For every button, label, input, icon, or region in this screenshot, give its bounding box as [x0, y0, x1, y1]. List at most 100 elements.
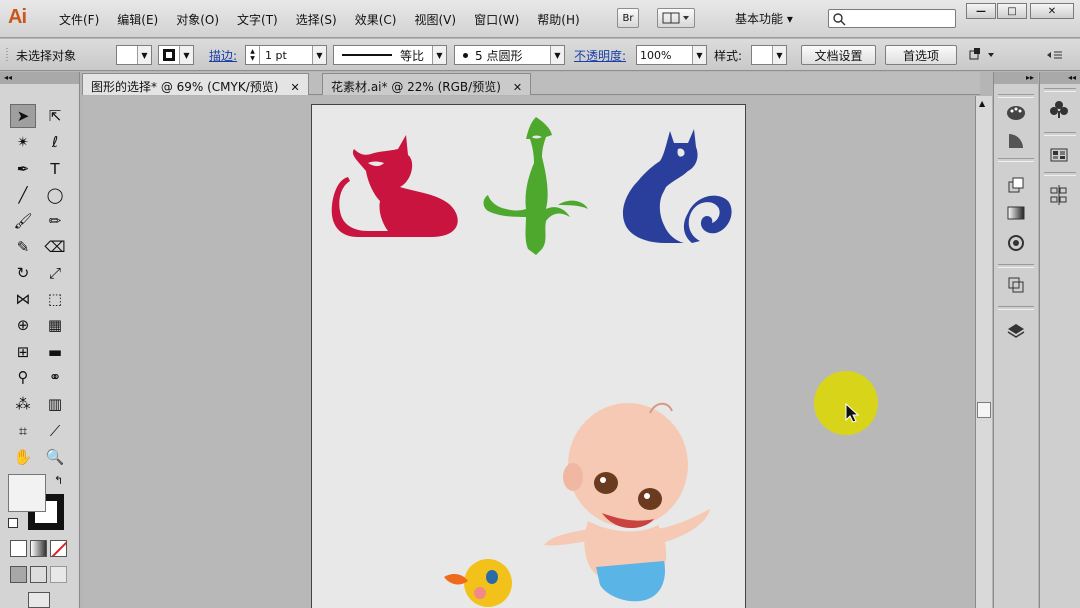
- artboard[interactable]: [311, 104, 746, 608]
- selection-tool[interactable]: ➤: [10, 104, 36, 128]
- blob-brush-tool[interactable]: ✎: [10, 235, 36, 259]
- zoom-tool[interactable]: 🔍: [42, 445, 68, 469]
- stepper-icon[interactable]: ▲ ▼: [246, 46, 260, 64]
- mesh-tool[interactable]: ⊞: [10, 340, 36, 364]
- chevron-down-icon: ▼: [137, 46, 151, 64]
- opacity-label[interactable]: 不透明度:: [574, 45, 626, 65]
- width-tool[interactable]: ⋈: [10, 287, 36, 311]
- artboard-tool[interactable]: ⌗: [10, 419, 36, 443]
- menu-select[interactable]: 选择(S): [287, 11, 346, 28]
- shape-builder-icon: ⊕: [16, 316, 30, 334]
- document-setup-button[interactable]: 文档设置: [801, 45, 876, 65]
- search-input[interactable]: [828, 9, 956, 28]
- swatches-panel-button[interactable]: [1046, 144, 1072, 166]
- blob-brush-icon: ✎: [16, 238, 30, 256]
- draw-behind-button[interactable]: [30, 566, 47, 583]
- none-button[interactable]: [50, 540, 67, 557]
- tab-document-1[interactable]: 图形的选择* @ 69% (CMYK/预览) ✕: [82, 73, 309, 95]
- transparency-panel-button[interactable]: [1003, 232, 1029, 254]
- baby-ear: [563, 463, 583, 491]
- preferences-button[interactable]: 首选项: [885, 45, 957, 65]
- layers-panel-button[interactable]: [1003, 320, 1029, 342]
- opacity-field[interactable]: 100% ▼: [636, 45, 707, 65]
- scale-tool[interactable]: ⤢: [42, 261, 68, 285]
- pen-tool[interactable]: ✒: [10, 157, 36, 181]
- fill-color-swatch[interactable]: [8, 474, 46, 512]
- magic-wand-tool[interactable]: ✴: [10, 130, 36, 154]
- scrollbar-thumb[interactable]: [977, 402, 991, 418]
- gradient-panel-button[interactable]: [1003, 202, 1029, 224]
- pencil-tool[interactable]: ✏: [42, 209, 68, 233]
- blue-cat-illustration: [622, 129, 732, 243]
- gradient-button[interactable]: [30, 540, 47, 557]
- lasso-tool[interactable]: ℓ: [42, 130, 68, 154]
- menu-object[interactable]: 对象(O): [167, 11, 228, 28]
- swap-fill-stroke-icon[interactable]: ↰: [54, 474, 63, 487]
- column-graph-tool[interactable]: ▥: [42, 392, 68, 416]
- perspective-grid-tool[interactable]: ▦: [42, 313, 68, 337]
- control-bar-menu-button[interactable]: [1045, 45, 1065, 65]
- rotate-tool[interactable]: ↻: [10, 261, 36, 285]
- workspace-switcher[interactable]: 基本功能 ▾: [735, 10, 793, 27]
- maximize-button[interactable]: □: [997, 3, 1027, 19]
- menu-edit[interactable]: 编辑(E): [108, 11, 167, 28]
- color-guide-panel-button[interactable]: [1003, 130, 1029, 152]
- fill-color-dropdown[interactable]: ▼: [116, 45, 152, 65]
- direct-selection-icon: ⇱: [48, 107, 62, 125]
- dock-expand-button[interactable]: ▸▸: [994, 72, 1038, 84]
- tab-document-2[interactable]: 花素材.ai* @ 22% (RGB/预览) ✕: [322, 73, 532, 95]
- symbols-panel-button[interactable]: [1046, 98, 1072, 120]
- color-button[interactable]: [10, 540, 27, 557]
- dock-collapse-button[interactable]: ◂◂: [1040, 72, 1080, 84]
- scroll-up-icon[interactable]: ▲: [979, 99, 985, 108]
- vertical-scrollbar[interactable]: ▲: [975, 96, 992, 608]
- align-options-button[interactable]: [968, 45, 998, 65]
- screen-mode-button[interactable]: [28, 592, 50, 608]
- stroke-label[interactable]: 描边:: [209, 45, 237, 65]
- menu-window[interactable]: 窗口(W): [465, 11, 528, 28]
- blue-cat-shape: [622, 129, 732, 243]
- direct-selection-tool[interactable]: ⇱: [42, 104, 68, 128]
- menu-view[interactable]: 视图(V): [405, 11, 465, 28]
- default-colors-icon[interactable]: [8, 518, 18, 528]
- eraser-tool[interactable]: ⌫: [42, 235, 68, 259]
- stroke-profile-dropdown[interactable]: 等比 ▼: [333, 45, 447, 65]
- panel-grip: [998, 264, 1034, 268]
- menu-file[interactable]: 文件(F): [50, 11, 108, 28]
- close-tab-icon[interactable]: ✕: [513, 81, 522, 94]
- arrange-documents-button[interactable]: [657, 8, 695, 28]
- hand-tool[interactable]: ✋: [10, 445, 36, 469]
- graphic-style-dropdown[interactable]: ▼: [751, 45, 787, 65]
- palette-icon: [1007, 106, 1025, 120]
- color-panel-button[interactable]: [1003, 102, 1029, 124]
- line-tool[interactable]: ╱: [10, 183, 36, 207]
- close-tab-icon[interactable]: ✕: [290, 81, 299, 94]
- stroke-color-dropdown[interactable]: ▼: [158, 45, 194, 65]
- close-button[interactable]: ✕: [1030, 3, 1074, 19]
- appearance-panel-button[interactable]: [1003, 174, 1029, 196]
- blend-tool[interactable]: ⚭: [42, 365, 68, 389]
- menu-help[interactable]: 帮助(H): [528, 11, 588, 28]
- free-transform-tool[interactable]: ⬚: [42, 287, 68, 311]
- pathfinder-panel-button[interactable]: [1003, 274, 1029, 296]
- menu-effect[interactable]: 效果(C): [346, 11, 406, 28]
- eyedropper-tool[interactable]: ⚲: [10, 365, 36, 389]
- minimize-button[interactable]: —: [966, 3, 996, 19]
- draw-mode-buttons: [10, 566, 72, 584]
- canvas-area[interactable]: [82, 96, 975, 608]
- toolbox-collapse-button[interactable]: ◂◂: [0, 72, 79, 84]
- align-panel-button[interactable]: [1046, 184, 1072, 206]
- shape-builder-tool[interactable]: ⊕: [10, 313, 36, 337]
- gradient-tool[interactable]: ▬: [42, 340, 68, 364]
- symbol-sprayer-tool[interactable]: ⁂: [10, 392, 36, 416]
- slice-tool[interactable]: ⟋: [42, 419, 68, 443]
- paintbrush-tool[interactable]: 🖌: [10, 209, 36, 233]
- stroke-weight-field[interactable]: ▲ ▼ 1 pt ▼: [245, 45, 327, 65]
- menu-type[interactable]: 文字(T): [228, 11, 287, 28]
- type-tool[interactable]: T: [42, 157, 68, 181]
- draw-normal-button[interactable]: [10, 566, 27, 583]
- bridge-button[interactable]: Br: [617, 8, 639, 28]
- draw-inside-button[interactable]: [50, 566, 67, 583]
- ellipse-tool[interactable]: ◯: [42, 183, 68, 207]
- brush-dropdown[interactable]: 5 点圆形 ▼: [454, 45, 565, 65]
